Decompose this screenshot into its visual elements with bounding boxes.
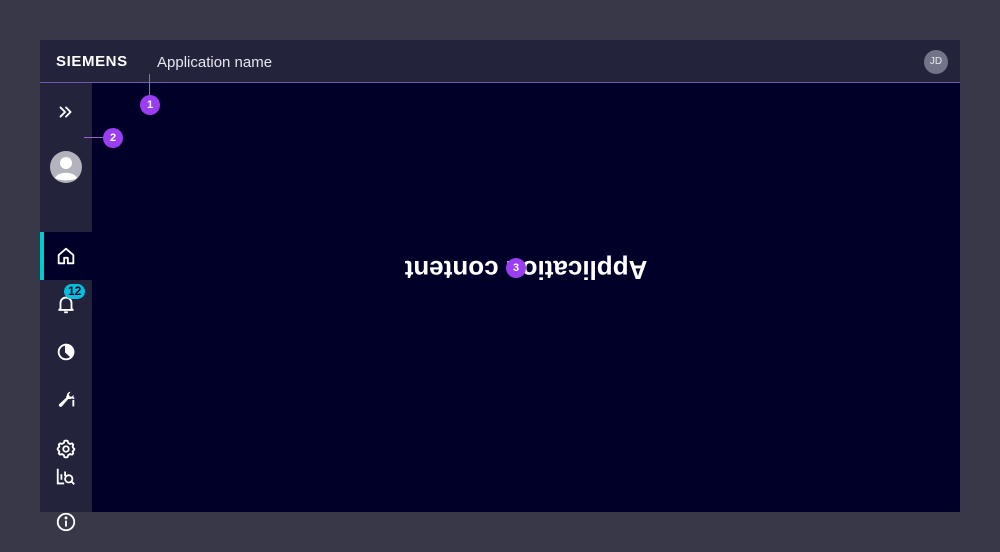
double-chevron-right-icon	[59, 106, 72, 118]
brand-logo[interactable]: SIEMENS	[56, 53, 128, 70]
info-icon	[56, 512, 76, 532]
app-name: Application name	[157, 54, 273, 71]
annotation-line-1	[149, 74, 150, 96]
navigation-sidebar: 12	[40, 83, 92, 532]
sidebar-item-analytics[interactable]	[40, 328, 92, 376]
sidebar-item-home[interactable]	[40, 232, 92, 280]
annotation-marker-1: 1	[140, 95, 160, 115]
user-avatar-button[interactable]: JD	[924, 50, 948, 74]
sidebar-item-diagnostics[interactable]	[40, 462, 92, 492]
app-header: SIEMENS Application name JD	[40, 40, 960, 83]
wrench-info-icon	[58, 391, 75, 407]
application-content-text: Application content	[404, 255, 648, 285]
annotation-marker-3: 3	[506, 258, 526, 278]
gear-icon	[56, 439, 76, 459]
user-avatar-icon	[50, 151, 82, 183]
sidebar-item-maintenance[interactable]	[40, 376, 92, 424]
sidebar-item-notifications[interactable]: 12	[40, 280, 92, 328]
user-profile-button[interactable]	[40, 143, 92, 191]
notification-badge: 12	[64, 284, 86, 299]
chart-search-icon	[56, 468, 75, 485]
sidebar-item-about[interactable]	[40, 498, 92, 546]
home-icon	[57, 247, 75, 265]
pie-chart-icon	[57, 343, 75, 361]
expand-sidebar-button[interactable]	[40, 88, 92, 136]
annotation-marker-2: 2	[103, 128, 123, 148]
annotation-line-2	[84, 137, 104, 138]
